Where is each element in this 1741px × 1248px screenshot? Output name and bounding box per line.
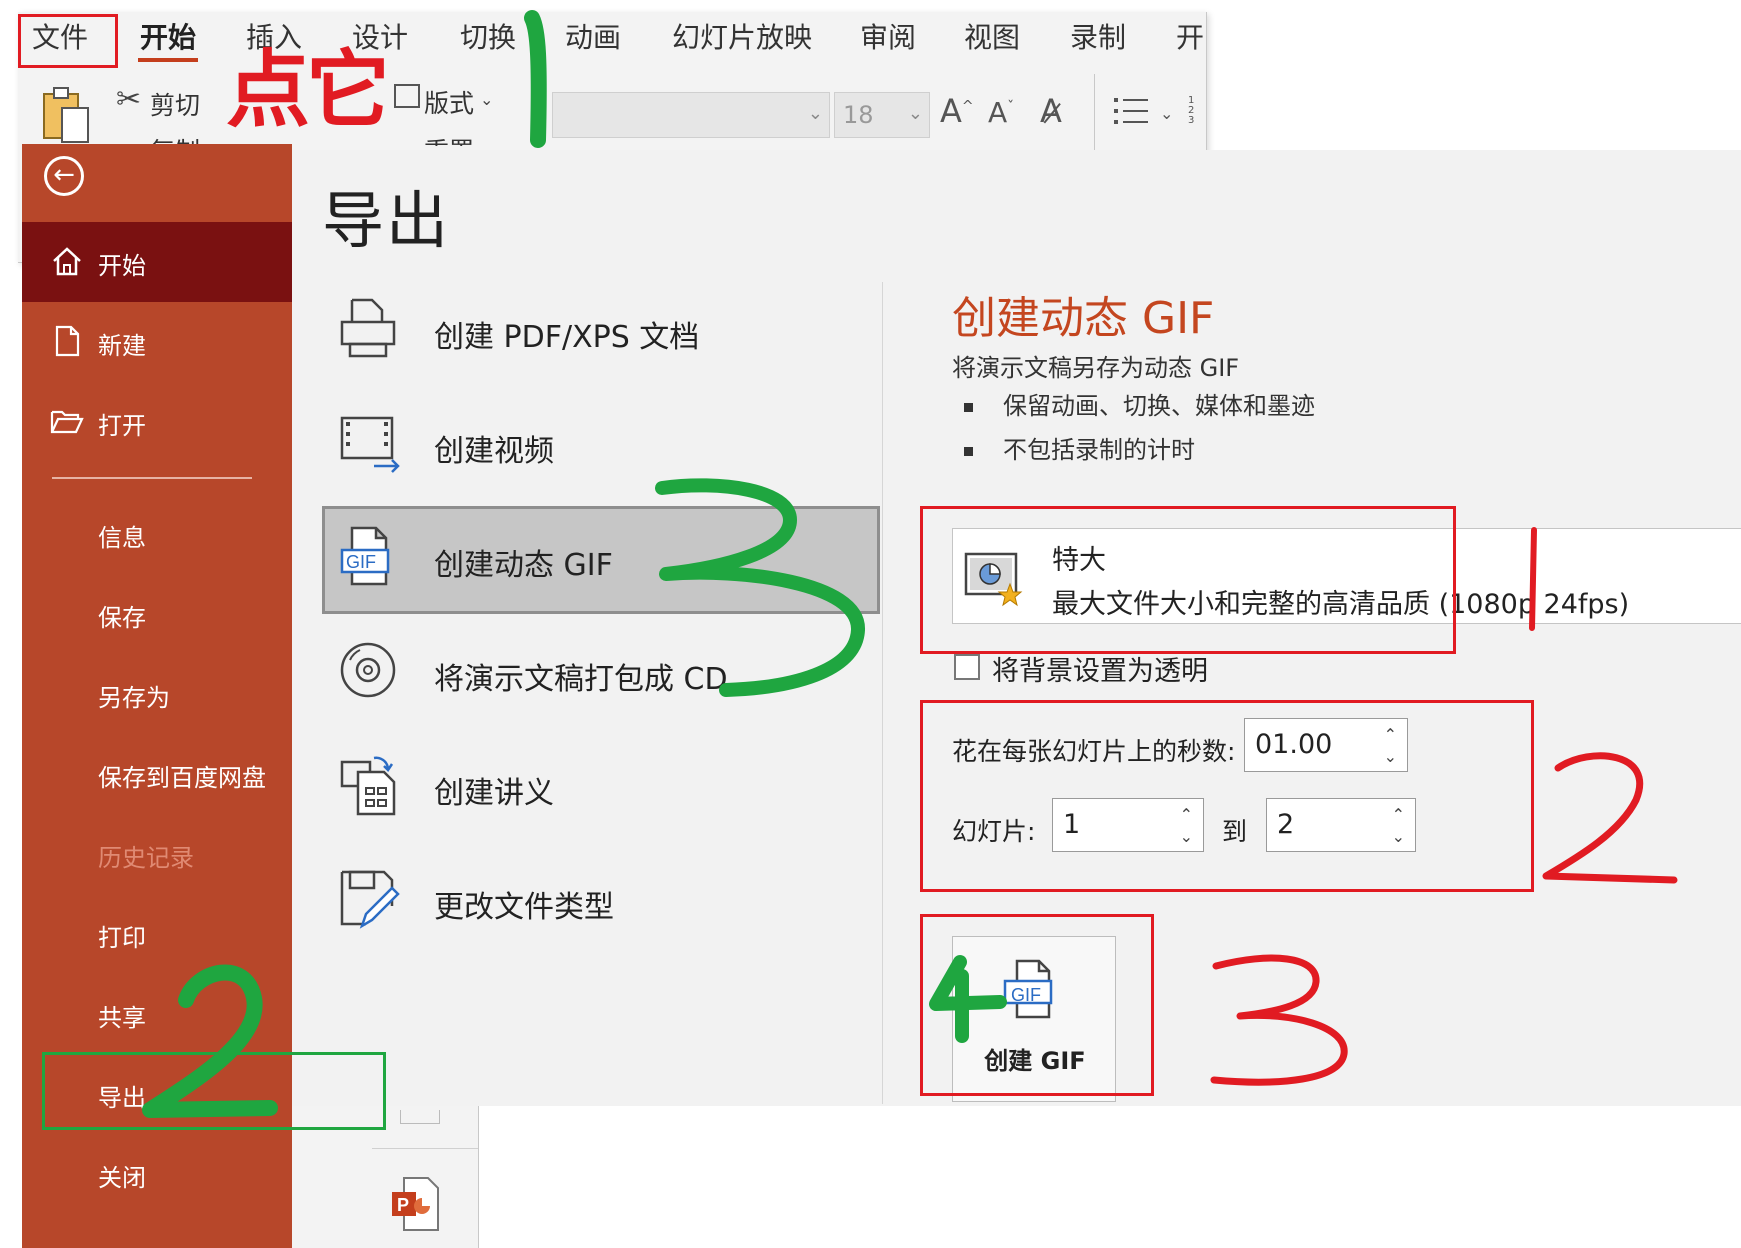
annotation-green-2 [142,964,278,1118]
annotation-red-1 [1529,527,1537,631]
annotation-red-3 [1210,954,1348,1086]
handwritten-annotations [142,10,1678,1118]
annotation-green-1 [524,10,547,148]
annotation-green-4 [929,955,1007,1043]
annotation-red-2 [1542,752,1678,884]
annotation-green-3 [655,478,866,697]
